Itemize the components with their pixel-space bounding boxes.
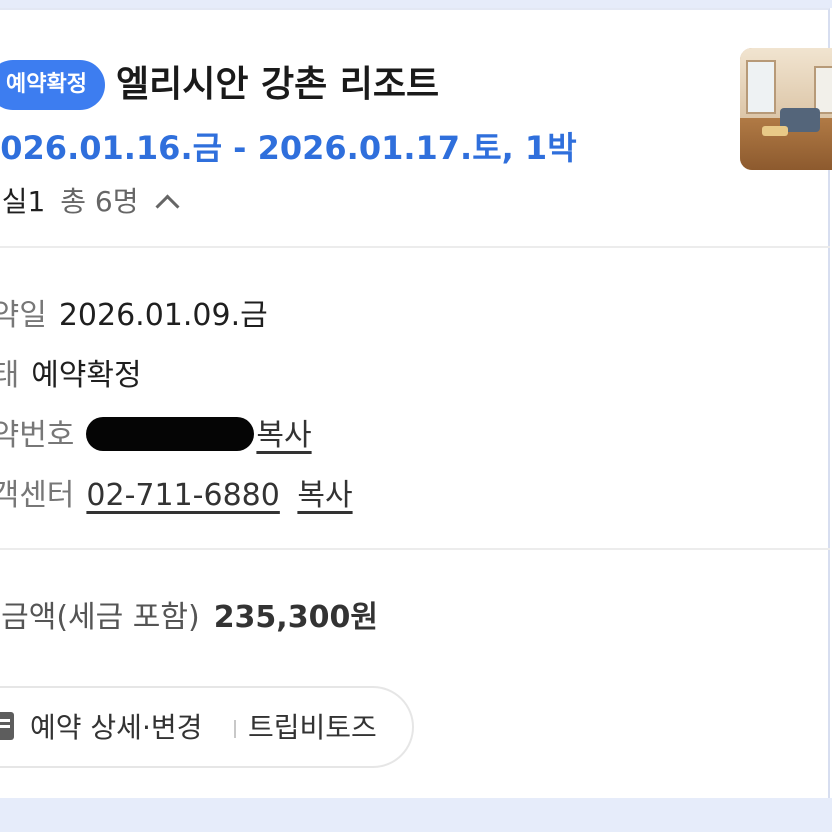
status-badge: 예약확정 [0, 60, 105, 110]
total-label: 총 금액(세금 포함) [0, 600, 200, 635]
status-value: 예약확정 [31, 358, 142, 393]
status-row: 상태 예약확정 [0, 354, 142, 398]
booking-number-label: 예약번호 [0, 418, 75, 453]
copy-support-phone-button[interactable]: 복사 [297, 478, 352, 513]
reservation-detail-label: 예약 상세·변경 [30, 711, 203, 744]
booking-date-row: 예약일 2026.01.09.금 [0, 294, 268, 338]
status-label: 상태 [0, 358, 20, 393]
hotel-name[interactable]: 엘리시안 강촌 리조트 [116, 60, 439, 110]
guest-count: 총 6명 [60, 185, 139, 218]
reservation-detail-button[interactable]: 예약 상세·변경 트립비토즈 [0, 686, 414, 768]
support-phone-link[interactable]: 02-711-6880 [86, 478, 279, 513]
provider-label: 트립비토즈 [248, 711, 377, 744]
room-guest-summary[interactable]: 객실1 총 6명 [0, 180, 180, 224]
booking-number-row: 예약번호 복사 [0, 414, 312, 458]
chevron-up-icon[interactable] [155, 194, 180, 219]
reservation-page: 예약확정 엘리시안 강촌 리조트 2026.01.16.금 - 2026.01.… [0, 0, 832, 832]
separator [234, 720, 236, 738]
redacted-booking-number [86, 416, 255, 451]
copy-booking-number-button[interactable]: 복사 [256, 418, 311, 453]
support-row: 고객센터 02-711-6880 복사 [0, 474, 353, 518]
divider [0, 246, 830, 248]
hotel-thumbnail[interactable] [740, 48, 832, 170]
divider [0, 548, 830, 550]
document-icon [0, 712, 14, 740]
bottom-band [0, 798, 832, 832]
booking-date-value: 2026.01.09.금 [58, 298, 268, 333]
reservation-card[interactable]: 예약확정 엘리시안 강촌 리조트 2026.01.16.금 - 2026.01.… [0, 8, 832, 798]
support-label: 고객센터 [0, 478, 75, 513]
top-band [0, 0, 832, 8]
booking-date-label: 예약일 [0, 298, 47, 333]
total-amount: 235,300원 [213, 600, 378, 635]
stay-dates: 2026.01.16.금 - 2026.01.17.토, 1박 [0, 129, 577, 167]
total-price-row: 총 금액(세금 포함) 235,300원 [0, 596, 378, 640]
room-count: 객실1 [0, 185, 46, 218]
